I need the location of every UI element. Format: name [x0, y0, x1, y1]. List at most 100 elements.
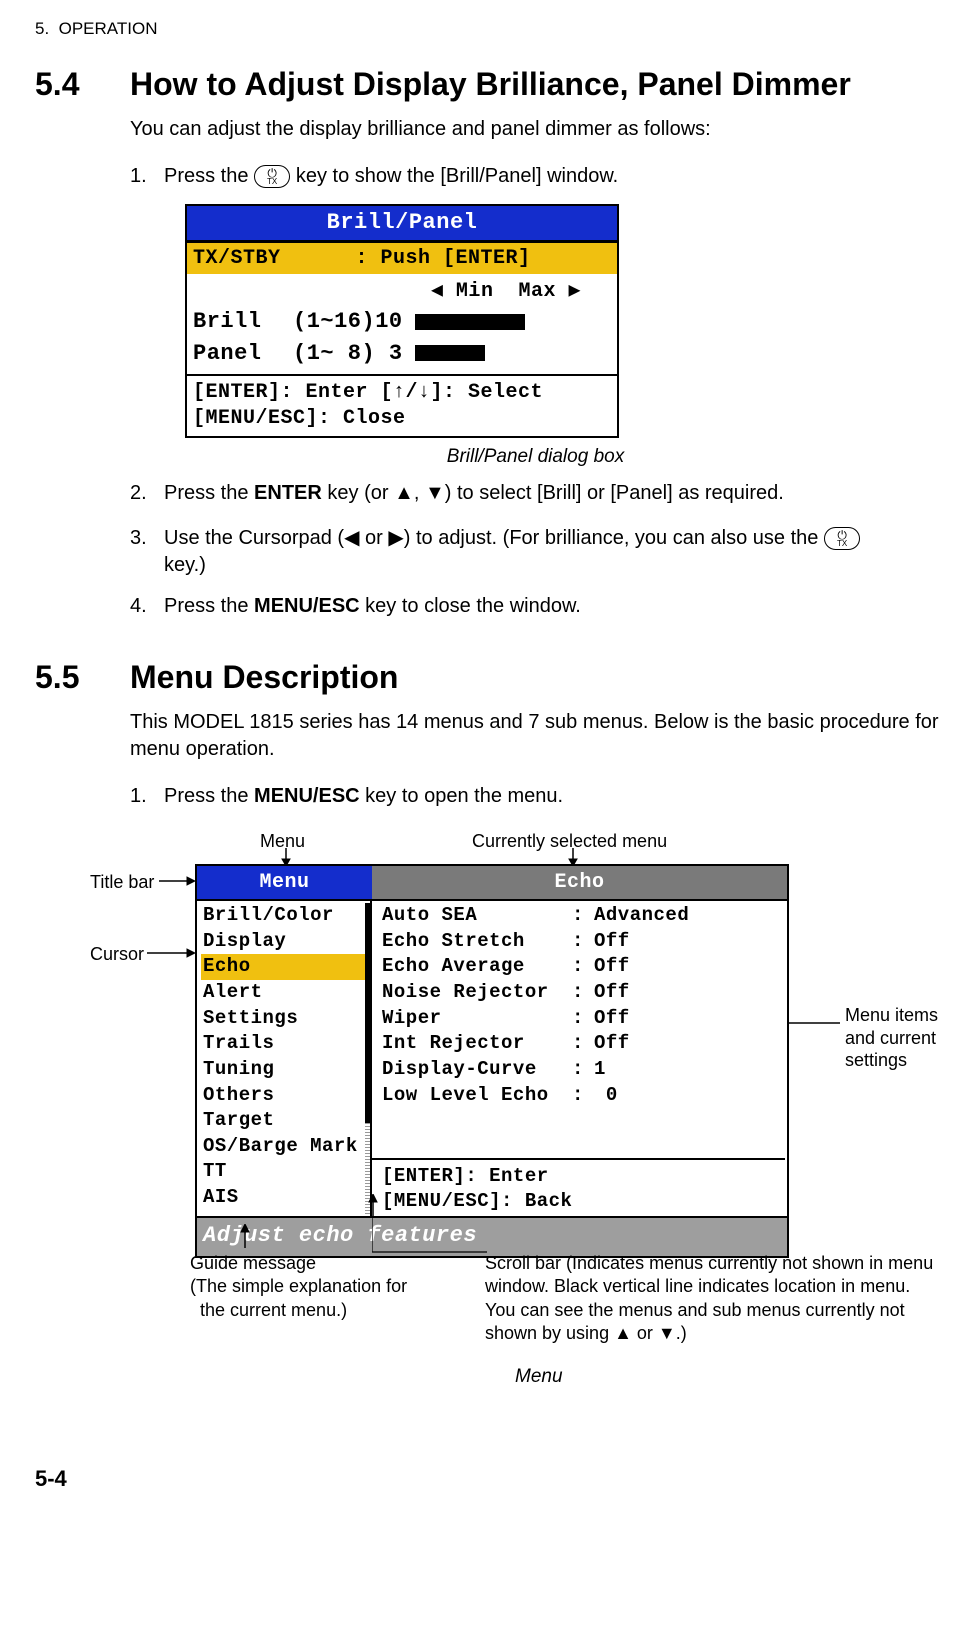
step-5-4-1: 1. Press the ⏻TX key to show the [Brill/… — [130, 163, 941, 190]
colon: : — [572, 1057, 594, 1083]
step-marker: 2. — [130, 480, 147, 507]
section-5-5-heading: 5.5Menu Description — [35, 656, 941, 699]
ann-guide-message-label: Guide message (The simple explanation fo… — [190, 1252, 450, 1322]
ann-title-bar-label: Title bar — [90, 870, 154, 894]
brill-panel-figure: Brill/Panel TX/STBY : Push [ENTER] ◀ Min… — [185, 204, 941, 438]
section-5-4-heading: 5.4How to Adjust Display Brilliance, Pan… — [35, 63, 941, 106]
step-text: Press the — [164, 165, 254, 187]
menu-right-row: Low Level Echo: 0 — [382, 1083, 785, 1109]
ann-cursor-label: Cursor — [90, 942, 144, 966]
colon: : — [572, 929, 594, 955]
brill-range: (1~16)10 — [293, 307, 413, 337]
colon: : — [572, 1031, 594, 1057]
menu-item-label: Noise Rejector — [382, 980, 572, 1006]
menu-item-label: Echo Stretch — [382, 929, 572, 955]
footer-line: [ENTER]: Enter [↑/↓]: Select — [193, 380, 611, 406]
step-text: Press the — [164, 785, 254, 807]
menu-item-label: Echo Average — [382, 954, 572, 980]
menu-title-left: Menu — [197, 866, 372, 899]
step-text: Press the — [164, 482, 254, 504]
arrow-right-icon — [147, 948, 195, 958]
footer-line: [MENU/ESC]: Close — [193, 406, 611, 432]
step-text: key to show the [Brill/Panel] window. — [296, 165, 618, 187]
step-marker: 1. — [130, 163, 147, 190]
menu-item-label: Display-Curve — [382, 1057, 572, 1083]
power-tx-key-icon: ⏻TX — [824, 527, 860, 550]
menu-left-item: AIS — [201, 1185, 366, 1211]
step-marker: 1. — [130, 783, 147, 810]
menu-left-item: TT — [201, 1159, 366, 1185]
menu-right-row: Int Rejector:Off — [382, 1031, 785, 1057]
step-5-4-4: 4. Press the MENU/ESC key to close the w… — [130, 593, 941, 620]
menu-left-item: OS/Barge Mark — [201, 1134, 366, 1160]
menu-right-row: Display-Curve:1 — [382, 1057, 785, 1083]
step-text: key to close the window. — [360, 595, 581, 617]
section-5-4-number: 5.4 — [35, 63, 130, 106]
power-tx-key-icon: ⏻TX — [254, 165, 290, 188]
menu-item-label: Wiper — [382, 1006, 572, 1032]
panel-range: (1~ 8) 3 — [293, 339, 413, 369]
menu-right-row: Echo Stretch:Off — [382, 929, 785, 955]
colon: : — [572, 903, 594, 929]
step-text: key (or ▲, ▼) to select [Brill] or [Pane… — [322, 482, 784, 504]
menu-item-value: 1 — [594, 1057, 785, 1083]
section-5-5-title: Menu Description — [130, 659, 398, 695]
menu-figure: Menu Currently selected menu Title bar C… — [85, 824, 945, 1434]
callout-line-icon — [372, 1217, 487, 1255]
menu-left-item: Brill/Color — [201, 903, 366, 929]
menu-right-row: Echo Average:Off — [382, 954, 785, 980]
menu-right-row: Auto SEA:Advanced — [382, 903, 785, 929]
menu-left-item: Display — [201, 929, 366, 955]
menu-item-label: Low Level Echo — [382, 1083, 572, 1109]
divider — [372, 1158, 785, 1160]
step-text: Use the Cursorpad (◀ or ▶) to adjust. (F… — [164, 527, 824, 549]
menu-item-value: 0 — [594, 1083, 785, 1109]
step-5-4-3: 3. Use the Cursorpad (◀ or ▶) to adjust.… — [130, 525, 941, 579]
section-5-4-title: How to Adjust Display Brilliance, Panel … — [130, 66, 851, 102]
colon: : — [572, 1006, 594, 1032]
step-text: Press the — [164, 595, 254, 617]
arrow-up-icon — [240, 1224, 250, 1248]
colon: : — [572, 954, 594, 980]
brill-panel-caption: Brill/Panel dialog box — [130, 444, 941, 470]
menu-left-item: Alert Settings — [201, 980, 366, 1031]
menu-item-value: Advanced — [594, 903, 785, 929]
menu-right-pane: Auto SEA:AdvancedEcho Stretch:OffEcho Av… — [372, 901, 787, 1216]
menu-right-row: Wiper:Off — [382, 1006, 785, 1032]
menu-left-item: Tuning — [201, 1057, 366, 1083]
section-5-5-intro: This MODEL 1815 series has 14 menus and … — [130, 709, 941, 763]
menu-item-label: Auto SEA — [382, 903, 572, 929]
menu-item-value: Off — [594, 1031, 785, 1057]
step-bold: ENTER — [254, 482, 322, 504]
brill-row: Brill (1~16)10 — [193, 307, 611, 337]
panel-label: Panel — [193, 339, 293, 369]
brill-panel-footer: [ENTER]: Enter [↑/↓]: Select [MENU/ESC]:… — [187, 374, 617, 436]
menu-title-right: Echo — [372, 866, 787, 899]
step-text: key to open the menu. — [360, 785, 563, 807]
colon: : — [572, 1083, 594, 1109]
menu-hint: [ENTER]: Enter — [382, 1164, 785, 1189]
page-number: 5-4 — [35, 1464, 941, 1494]
ann-menu-items-label: Menu items and current settings — [845, 1004, 945, 1072]
section-5-4-intro: You can adjust the display brilliance an… — [130, 116, 941, 143]
menu-item-value: Off — [594, 1006, 785, 1032]
menu-item-value: Off — [594, 980, 785, 1006]
step-5-5-1: 1. Press the MENU/ESC key to open the me… — [130, 783, 941, 810]
menu-item-value: Off — [594, 954, 785, 980]
panel-bar-icon — [415, 345, 485, 361]
menu-left-item: Others — [201, 1083, 366, 1109]
menu-left-item: Trails — [201, 1031, 366, 1057]
brill-bar-icon — [415, 314, 525, 330]
menu-left-item: Target — [201, 1108, 366, 1134]
menu-figure-caption: Menu — [515, 1364, 563, 1390]
menu-left-pane: Brill/ColorDisplayEchoAlert SettingsTrai… — [197, 901, 372, 1216]
colon: : — [572, 980, 594, 1006]
brill-label: Brill — [193, 307, 293, 337]
running-head: 5. OPERATION — [35, 18, 941, 41]
menu-guide-message: Adjust echo features — [197, 1216, 787, 1257]
menu-right-row: Noise Rejector:Off — [382, 980, 785, 1006]
menu-item-label: Int Rejector — [382, 1031, 572, 1057]
menu-left-item: Echo — [201, 954, 366, 980]
section-5-5-number: 5.5 — [35, 656, 130, 699]
brill-panel-title: Brill/Panel — [187, 206, 617, 243]
